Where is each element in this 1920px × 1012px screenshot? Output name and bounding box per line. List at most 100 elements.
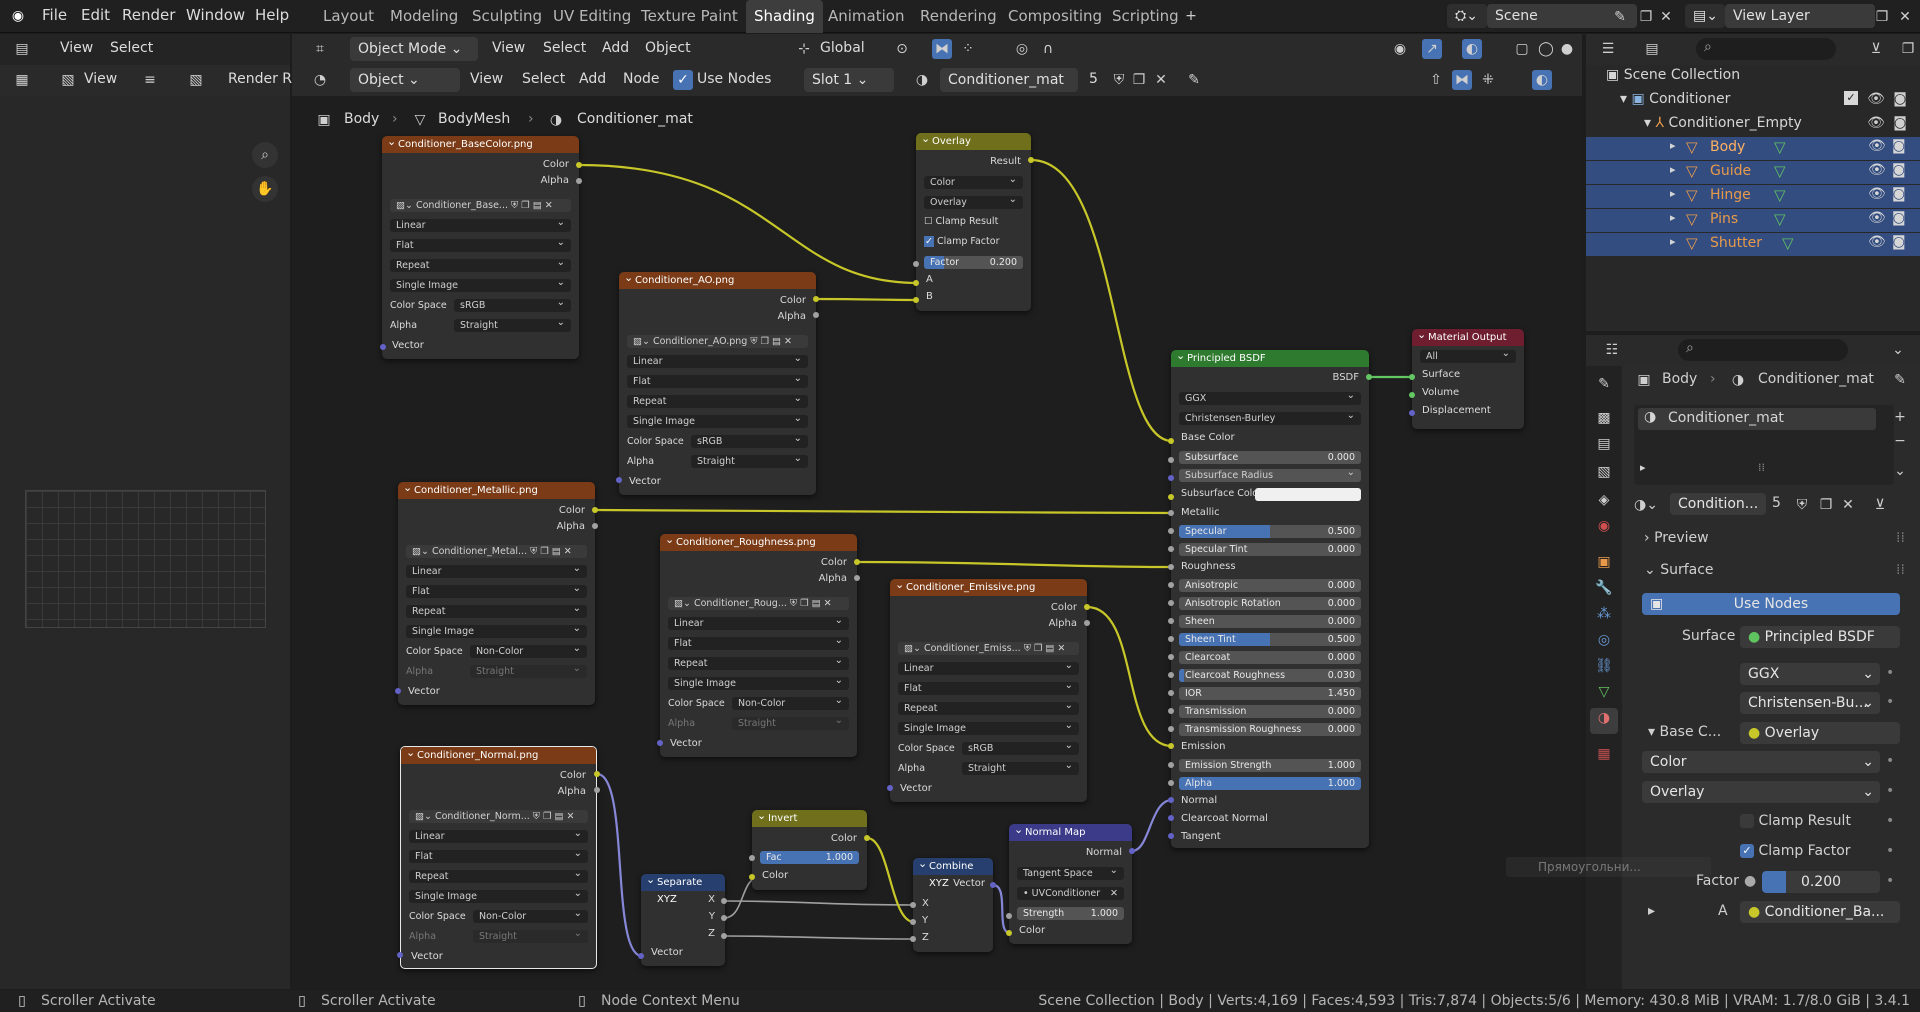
view-layer-selector-icon[interactable]: ▤⌄ [1685,4,1725,28]
socket[interactable] [721,915,727,921]
tool-tab-icon[interactable]: ✎ [1594,374,1614,394]
expand-arrow-icon[interactable]: ▸ [1670,139,1676,152]
socket[interactable] [910,919,916,925]
data-tab-icon[interactable]: ▽ [1594,682,1614,702]
node-view-menu[interactable]: View [470,71,503,87]
outliner-item-shutter[interactable]: ▸ ▽ Shutter ▽ 👁 ◙ [1586,233,1920,256]
new-view-layer-icon[interactable]: ❐ [1872,7,1892,27]
bsdf-alpha[interactable]: Alpha 1.000 [1179,777,1361,790]
dot-icon[interactable]: • [1886,665,1894,681]
socket[interactable] [813,296,819,302]
bsdf-clearcoat[interactable]: Clearcoat 0.000 [1179,651,1361,664]
eye-icon[interactable]: 👁 [1866,113,1886,133]
metallic-ext[interactable]: Repeat [406,602,587,618]
preview-panel-header[interactable]: › Preview [1644,530,1709,546]
gizmo-icon[interactable]: ↗ [1422,39,1442,59]
roughness-ext[interactable]: Repeat [668,654,849,670]
object-tab-icon[interactable]: ▣ [1594,552,1614,572]
viewport-view-menu[interactable]: View [492,40,525,56]
blend-mode-dropdown[interactable]: Overlay ⌄ [1642,781,1880,803]
roughness-alpha-mode[interactable]: Straight [732,714,849,730]
socket[interactable] [1168,528,1174,534]
mesh-data-icon[interactable]: ▽ [1774,138,1786,156]
overlay-blend[interactable]: Overlay [924,193,1023,209]
socket[interactable] [913,280,919,286]
viewport-editor-icon[interactable]: ⌗ [310,39,330,59]
node-output-title[interactable]: Material Output [1412,329,1524,346]
drag-handle-icon[interactable]: ⁞⁞ [1896,530,1905,546]
node-basecolor[interactable]: Conditioner_BaseColor.png Color Alpha ▧⌄… [382,136,579,359]
socket[interactable] [1168,546,1174,552]
view-layer-field[interactable]: View Layer [1725,4,1875,28]
pin-node-tree-icon[interactable]: ✎ [1184,70,1204,90]
new-collection-icon[interactable]: ❐ [1898,39,1918,59]
workspace-tab-layout[interactable]: Layout [315,0,382,33]
visibility-icon[interactable]: ◉ [1390,39,1410,59]
unlink-material-icon[interactable]: ✕ [1151,70,1171,90]
normal-interp[interactable]: Linear [409,827,588,843]
camera-icon[interactable]: ◙ [1892,162,1906,178]
node-separate-title[interactable]: Separate XYZ [641,874,725,905]
camera-icon[interactable]: ◙ [1892,186,1906,202]
node-roughness-title[interactable]: Conditioner_Roughness.png [660,534,857,551]
ao-alpha-mode[interactable]: Straight [691,452,808,468]
socket[interactable] [1084,620,1090,626]
camera-icon[interactable]: ◙ [1892,234,1906,250]
socket[interactable] [1366,374,1372,380]
node-ao[interactable]: Conditioner_AO.png Color Alpha ▧⌄ Condit… [619,272,816,495]
overlay-type[interactable]: Color [924,173,1023,189]
material-name-field[interactable]: Conditioner_mat [940,68,1078,92]
node-emissive[interactable]: Conditioner_Emissive.png Color Alpha ▧⌄ … [890,579,1087,802]
socket[interactable] [1006,930,1012,936]
hamburger-icon[interactable]: ≡ [140,70,160,90]
ao-proj[interactable]: Flat [627,372,808,388]
material-users-count[interactable]: 5 [1089,71,1098,87]
socket[interactable] [854,575,860,581]
socket[interactable] [1168,762,1174,768]
node-overlay-icon[interactable]: ◐ [1532,70,1552,90]
bsdf-subsurface[interactable]: Subsurface 0.000 [1179,451,1361,464]
node-principled-bsdf[interactable]: Principled BSDF BSDF GGX Christensen-Bur… [1171,350,1369,848]
expand-arrow-icon[interactable]: ▸ [1670,163,1676,176]
dot-icon[interactable]: • [1886,813,1894,829]
socket[interactable] [913,297,919,303]
roughness-interp[interactable]: Linear [668,614,849,630]
socket[interactable] [592,507,598,513]
socket[interactable] [638,953,644,959]
bsdf-subsurface-radius[interactable]: Subsurface Radius [1179,466,1361,482]
scene-selector-icon[interactable]: ⛭⌄ [1447,4,1487,28]
node-overlay[interactable]: Overlay Result Color Overlay ☐ Clamp Res… [916,133,1031,311]
workspace-tab-rendering[interactable]: Rendering [912,0,1005,33]
socket[interactable] [887,785,893,791]
socket[interactable] [1168,582,1174,588]
modifier-tab-icon[interactable]: 🔧 [1594,578,1614,598]
socket[interactable] [1168,708,1174,714]
remove-slot-icon[interactable]: − [1890,431,1910,451]
node-metallic[interactable]: Conditioner_Metallic.png Color Alpha ▧⌄ … [398,482,595,705]
socket[interactable] [1168,438,1174,444]
expand-arrow-icon[interactable]: ▸ [1670,187,1676,200]
camera-icon[interactable]: ◙ [1890,89,1910,109]
socket[interactable] [1168,654,1174,660]
node-invert-title[interactable]: Invert [752,810,867,827]
scene-tab-icon[interactable]: ◈ [1594,490,1614,510]
socket[interactable] [1028,157,1034,163]
eye-icon[interactable]: 👁 [1868,162,1886,178]
drag-handle-icon[interactable]: ⁞⁞ [1896,562,1905,578]
use-nodes-button[interactable]: ▣ Use Nodes [1642,593,1900,615]
fake-user-icon[interactable]: ⛨ [1109,70,1129,90]
node-material-output[interactable]: Material Output All Surface Volume Displ… [1412,329,1524,429]
mesh-data-icon[interactable]: ▽ [1774,162,1786,180]
socket[interactable] [1168,815,1174,821]
mesh-data-icon[interactable]: ▽ [1774,186,1786,204]
normal-proj[interactable]: Flat [409,847,588,863]
shader-type-dropdown[interactable]: Object ⌄ [350,68,460,92]
transform-orientation-icon[interactable]: ⊹ [794,39,814,59]
eye-icon[interactable]: 👁 [1868,186,1886,202]
socket[interactable] [749,874,755,880]
snap-target-icon[interactable]: ⁘ [958,39,978,59]
node-emissive-title[interactable]: Conditioner_Emissive.png [890,579,1087,596]
outliner-item-body[interactable]: ▸ ▽ Body ▽ 👁 ◙ [1586,137,1920,160]
bsdf-clearcoat-roughness[interactable]: Clearcoat Roughness 0.030 [1179,669,1361,682]
socket[interactable] [1168,780,1174,786]
